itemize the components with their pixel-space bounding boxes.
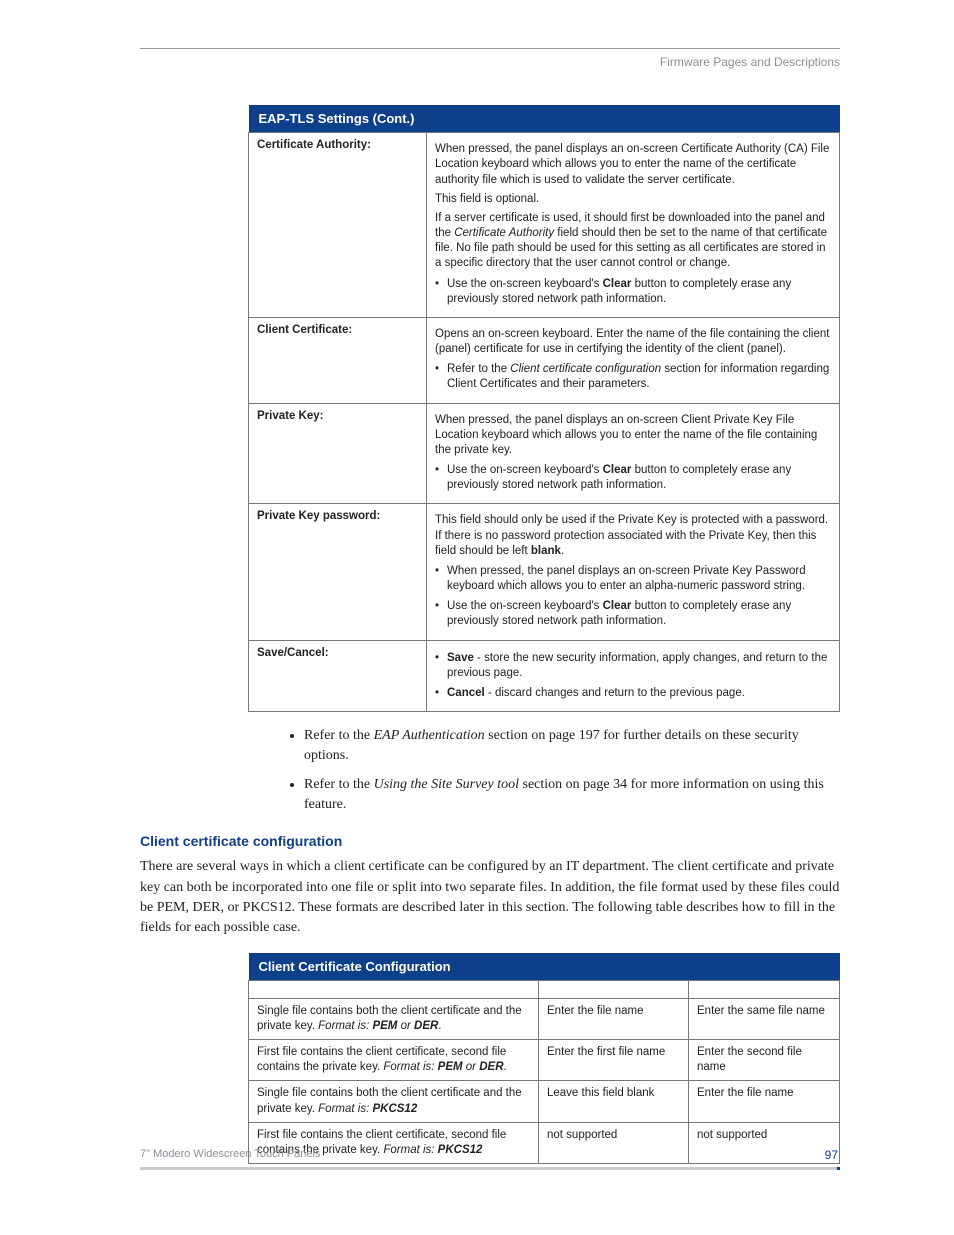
bullet: Save - store the new security informatio… bbox=[435, 651, 831, 681]
row-value: When pressed, the panel displays an on-s… bbox=[427, 403, 840, 504]
empty-header bbox=[539, 980, 689, 998]
cell: Enter the file name bbox=[539, 998, 689, 1039]
footer: 7" Modero Widescreen Touch Panels 97 bbox=[140, 1148, 840, 1170]
table1-title: EAP-TLS Settings (Cont.) bbox=[249, 105, 840, 133]
empty-header bbox=[689, 980, 840, 998]
text: When pressed, the panel displays an on-s… bbox=[435, 413, 831, 459]
text: When pressed, the panel displays an on-s… bbox=[435, 142, 831, 188]
text: This field should only be used if the Pr… bbox=[435, 513, 831, 559]
row-value: Opens an on-screen keyboard. Enter the n… bbox=[427, 317, 840, 403]
cell: Single file contains both the client cer… bbox=[249, 1081, 539, 1122]
subhead: Client certificate configuration bbox=[140, 833, 840, 849]
bullet: Use the on-screen keyboard's Clear butto… bbox=[435, 599, 831, 629]
cell: Enter the file name bbox=[689, 1081, 840, 1122]
paragraph: There are several ways in which a client… bbox=[140, 857, 840, 938]
table-row: Client Certificate: Opens an on-screen k… bbox=[249, 317, 840, 403]
empty-header bbox=[249, 980, 539, 998]
row-label: Save/Cancel: bbox=[249, 640, 427, 712]
content2: Client Certificate Configuration Single … bbox=[248, 953, 840, 1165]
table-row: Private Key: When pressed, the panel dis… bbox=[249, 403, 840, 504]
text: This field is optional. bbox=[435, 192, 831, 207]
cell: Enter the first file name bbox=[539, 1040, 689, 1081]
bullet: Refer to the Client certificate configur… bbox=[435, 362, 831, 392]
row-value: When pressed, the panel displays an on-s… bbox=[427, 133, 840, 318]
bullet: Use the on-screen keyboard's Clear butto… bbox=[435, 277, 831, 307]
bullet: Use the on-screen keyboard's Clear butto… bbox=[435, 463, 831, 493]
cell: First file contains the client certifica… bbox=[249, 1040, 539, 1081]
row-label: Certificate Authority: bbox=[249, 133, 427, 318]
bullet: Cancel - discard changes and return to t… bbox=[435, 686, 831, 701]
row-label: Private Key password: bbox=[249, 504, 427, 640]
cell: Enter the same file name bbox=[689, 998, 840, 1039]
text: If a server certificate is used, it shou… bbox=[435, 211, 831, 272]
table-row: Single file contains both the client cer… bbox=[249, 998, 840, 1039]
bullet: When pressed, the panel displays an on-s… bbox=[435, 564, 831, 594]
row-value: This field should only be used if the Pr… bbox=[427, 504, 840, 640]
running-head: Firmware Pages and Descriptions bbox=[140, 55, 840, 69]
table-row: Single file contains both the client cer… bbox=[249, 1081, 840, 1122]
footer-left: 7" Modero Widescreen Touch Panels bbox=[140, 1148, 320, 1160]
cell: Leave this field blank bbox=[539, 1081, 689, 1122]
outer-bullets: Refer to the EAP Authentication section … bbox=[248, 726, 840, 815]
cell: Enter the second file name bbox=[689, 1040, 840, 1081]
list-item: Refer to the Using the Site Survey tool … bbox=[304, 775, 840, 816]
table-row: Private Key password: This field should … bbox=[249, 504, 840, 640]
row-label: Client Certificate: bbox=[249, 317, 427, 403]
table-row: First file contains the client certifica… bbox=[249, 1040, 840, 1081]
table-row bbox=[249, 980, 840, 998]
top-rule bbox=[140, 48, 840, 49]
table-row: Save/Cancel: Save - store the new securi… bbox=[249, 640, 840, 712]
page: Firmware Pages and Descriptions EAP-TLS … bbox=[140, 48, 840, 1164]
client-cert-table: Client Certificate Configuration Single … bbox=[248, 953, 840, 1165]
table2-title: Client Certificate Configuration bbox=[249, 953, 840, 981]
content: EAP-TLS Settings (Cont.) Certificate Aut… bbox=[248, 105, 840, 815]
table-row: Certificate Authority: When pressed, the… bbox=[249, 133, 840, 318]
footer-rule bbox=[140, 1167, 840, 1170]
row-value: Save - store the new security informatio… bbox=[427, 640, 840, 712]
cell: Single file contains both the client cer… bbox=[249, 998, 539, 1039]
list-item: Refer to the EAP Authentication section … bbox=[304, 726, 840, 767]
row-label: Private Key: bbox=[249, 403, 427, 504]
page-number: 97 bbox=[825, 1148, 840, 1162]
eap-tls-table: EAP-TLS Settings (Cont.) Certificate Aut… bbox=[248, 105, 840, 712]
text: Opens an on-screen keyboard. Enter the n… bbox=[435, 327, 831, 357]
